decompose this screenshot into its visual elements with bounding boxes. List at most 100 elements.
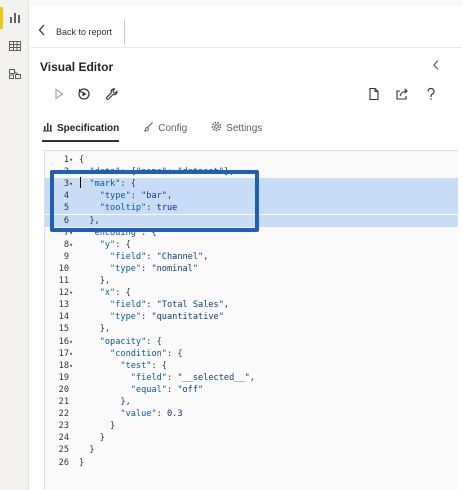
line-number: 3 (63, 179, 69, 190)
fold-toggle-icon[interactable]: ▾ (69, 360, 79, 372)
code-line[interactable]: 26} (45, 457, 458, 469)
code-text: "condition": { (110, 348, 183, 359)
code-line[interactable]: 13 "field": "Total Sales", (45, 299, 458, 311)
code-text: } (79, 457, 85, 468)
report-view-icon[interactable] (0, 4, 29, 32)
line-number: 13 (58, 300, 69, 311)
new-file-icon[interactable] (365, 84, 383, 104)
code-text: "type": "nominal" (110, 263, 199, 274)
code-line[interactable]: 5 "tooltip": true (45, 202, 458, 215)
code-line[interactable]: 9 "field": "Channel", (45, 251, 458, 263)
line-number: 9 (63, 251, 69, 262)
gear-icon (211, 121, 222, 135)
chart-icon (42, 121, 53, 135)
top-bar: Back to report (30, 0, 462, 48)
code-line[interactable]: 14 "type": "quantitative" (45, 311, 458, 323)
line-number: 20 (58, 384, 69, 395)
code-line[interactable]: 20 "equal": "off" (45, 384, 458, 396)
code-line[interactable]: 25 } (45, 444, 458, 456)
fold-toggle-icon[interactable]: ▾ (69, 336, 79, 348)
code-line[interactable]: 3▾ "mark": { (45, 178, 458, 191)
code-text: "data": {"name": "dataset"}, (89, 167, 235, 178)
code-line[interactable]: 21 }, (45, 396, 458, 408)
editor-toolbar (30, 84, 462, 106)
code-line[interactable]: 7▾ "encoding": { (45, 227, 458, 239)
line-number: 21 (58, 397, 69, 407)
line-number: 23 (58, 421, 69, 432)
tab-settings[interactable]: Settings (207, 114, 266, 142)
code-line[interactable]: 4 "type": "bar", (45, 190, 458, 203)
brush-icon (143, 121, 154, 135)
code-line[interactable]: 10 "type": "nominal" (45, 263, 458, 275)
help-icon[interactable] (422, 84, 440, 104)
code-line[interactable]: 12▾ "x": { (45, 287, 458, 299)
line-number: 19 (58, 372, 69, 383)
table-view-icon[interactable] (0, 32, 29, 60)
code-text: }, (79, 397, 131, 407)
tab-label: Settings (226, 122, 263, 134)
line-number: 5 (63, 203, 69, 214)
fold-toggle-icon[interactable]: ▾ (69, 227, 79, 239)
code-line[interactable]: 6 }, (45, 214, 458, 227)
back-to-report-label: Back to report (56, 27, 113, 37)
code-line[interactable]: 11 }, (45, 275, 458, 287)
code-line[interactable]: 22 "value": 0.3 (45, 408, 458, 420)
code-text: "mark": { (89, 179, 136, 190)
code-line[interactable]: 19 "field": "__selected__", (45, 372, 458, 384)
code-text: "x": { (99, 288, 131, 299)
code-line[interactable]: 1▾{ (45, 154, 458, 166)
run-icon[interactable] (50, 84, 68, 104)
code-text: } (79, 445, 95, 456)
fold-toggle-icon[interactable]: ▾ (69, 348, 79, 360)
chevron-left-icon (432, 58, 440, 75)
line-number: 6 (63, 215, 69, 226)
fold-toggle-icon[interactable]: ▾ (69, 178, 79, 190)
line-number: 8 (63, 239, 69, 250)
code-text: "field": "Channel", (110, 251, 209, 262)
editor-tabs: Specification Config Settings (38, 114, 448, 142)
code-editor[interactable]: 1▾{2 "data": {"name": "dataset"}, 3▾ "mar… (44, 150, 458, 490)
fold-toggle-icon[interactable]: ▾ (69, 287, 79, 299)
line-number: 10 (58, 263, 69, 274)
fold-toggle-icon[interactable]: ▾ (69, 239, 79, 251)
auto-apply-icon[interactable] (75, 84, 93, 104)
line-number: 7 (63, 227, 69, 238)
tab-label: Config (158, 122, 188, 134)
line-number: 4 (63, 191, 69, 202)
model-view-icon[interactable] (0, 60, 29, 88)
line-number: 15 (58, 324, 69, 335)
code-line[interactable]: 8▾ "y": { (45, 239, 458, 251)
code-text: "tooltip": true (99, 203, 178, 214)
line-number: 25 (58, 445, 69, 456)
code-line[interactable]: 2 "data": {"name": "dataset"}, (45, 166, 458, 178)
code-text: "test": { (120, 360, 167, 371)
tab-label: Specification (57, 122, 120, 134)
code-line[interactable]: 18▾ "test": { (45, 360, 458, 372)
line-number: 18 (58, 360, 69, 371)
tab-config[interactable]: Config (139, 114, 191, 142)
code-line[interactable]: 24 } (45, 432, 458, 444)
code-line[interactable]: 16▾ "opacity": { (45, 336, 458, 348)
tab-specification[interactable]: Specification (38, 114, 123, 142)
panel-title: Visual Editor (40, 60, 114, 74)
export-icon[interactable] (393, 84, 411, 104)
code-text: "type": "bar", (99, 191, 173, 202)
wrench-icon[interactable] (103, 84, 121, 104)
line-number: 22 (58, 409, 69, 420)
code-text: }, (79, 276, 111, 286)
collapse-panel-button[interactable] (432, 58, 440, 76)
line-number: 11 (58, 276, 69, 286)
code-text: "field": "__selected__", (130, 372, 255, 383)
code-text: } (79, 421, 116, 432)
fold-toggle-icon[interactable]: ▾ (69, 154, 79, 166)
left-rail (0, 0, 29, 490)
code-text: }, (79, 215, 100, 226)
text-cursor (80, 177, 81, 188)
back-to-report-button[interactable]: Back to report (38, 20, 126, 44)
chevron-left-icon (38, 23, 46, 41)
line-number: 14 (58, 312, 69, 323)
code-line[interactable]: 17▾ "condition": { (45, 348, 458, 360)
code-line[interactable]: 15 }, (45, 323, 458, 335)
code-line[interactable]: 23 } (45, 420, 458, 432)
line-number: 26 (58, 457, 69, 468)
